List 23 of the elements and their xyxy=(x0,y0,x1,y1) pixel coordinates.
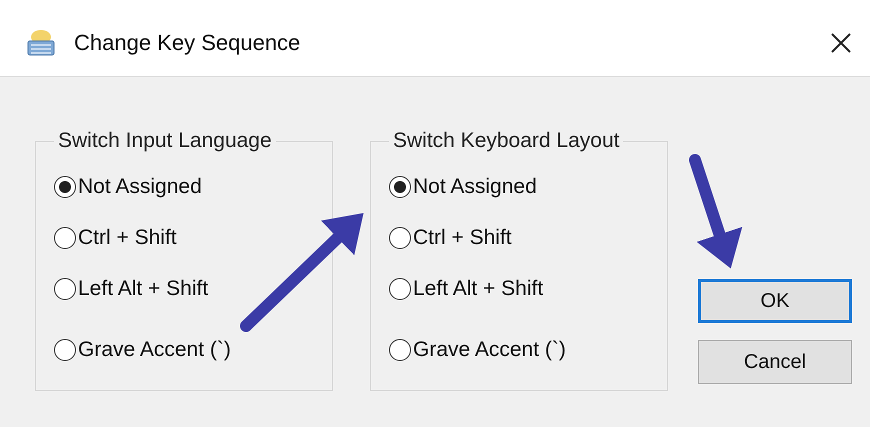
radio-label[interactable]: Ctrl + Shift xyxy=(78,226,177,250)
group-title: Switch Input Language xyxy=(57,129,273,153)
radio-button[interactable] xyxy=(54,226,76,248)
radio-button[interactable] xyxy=(54,338,76,360)
window-title: Change Key Sequence xyxy=(74,30,302,56)
radio-label[interactable]: Ctrl + Shift xyxy=(413,226,512,250)
radio-label[interactable]: Not Assigned xyxy=(78,174,202,198)
ok-button[interactable]: OK xyxy=(698,279,852,323)
radio-label[interactable]: Left Alt + Shift xyxy=(78,276,208,300)
radio-label[interactable]: Grave Accent (`) xyxy=(78,338,231,362)
radio-label[interactable]: Left Alt + Shift xyxy=(413,276,544,300)
group-title: Switch Keyboard Layout xyxy=(392,129,620,153)
close-icon[interactable] xyxy=(830,32,852,54)
radio-button[interactable] xyxy=(389,338,411,360)
radio-button[interactable] xyxy=(389,226,411,248)
radio-button[interactable] xyxy=(54,176,76,198)
cancel-button[interactable]: Cancel xyxy=(698,340,852,384)
keyboard-icon xyxy=(26,29,56,57)
radio-label[interactable]: Grave Accent (`) xyxy=(413,338,566,362)
radio-button[interactable] xyxy=(389,176,411,198)
radio-label[interactable]: Not Assigned xyxy=(413,174,537,198)
radio-button[interactable] xyxy=(389,278,411,300)
radio-button[interactable] xyxy=(54,278,76,300)
